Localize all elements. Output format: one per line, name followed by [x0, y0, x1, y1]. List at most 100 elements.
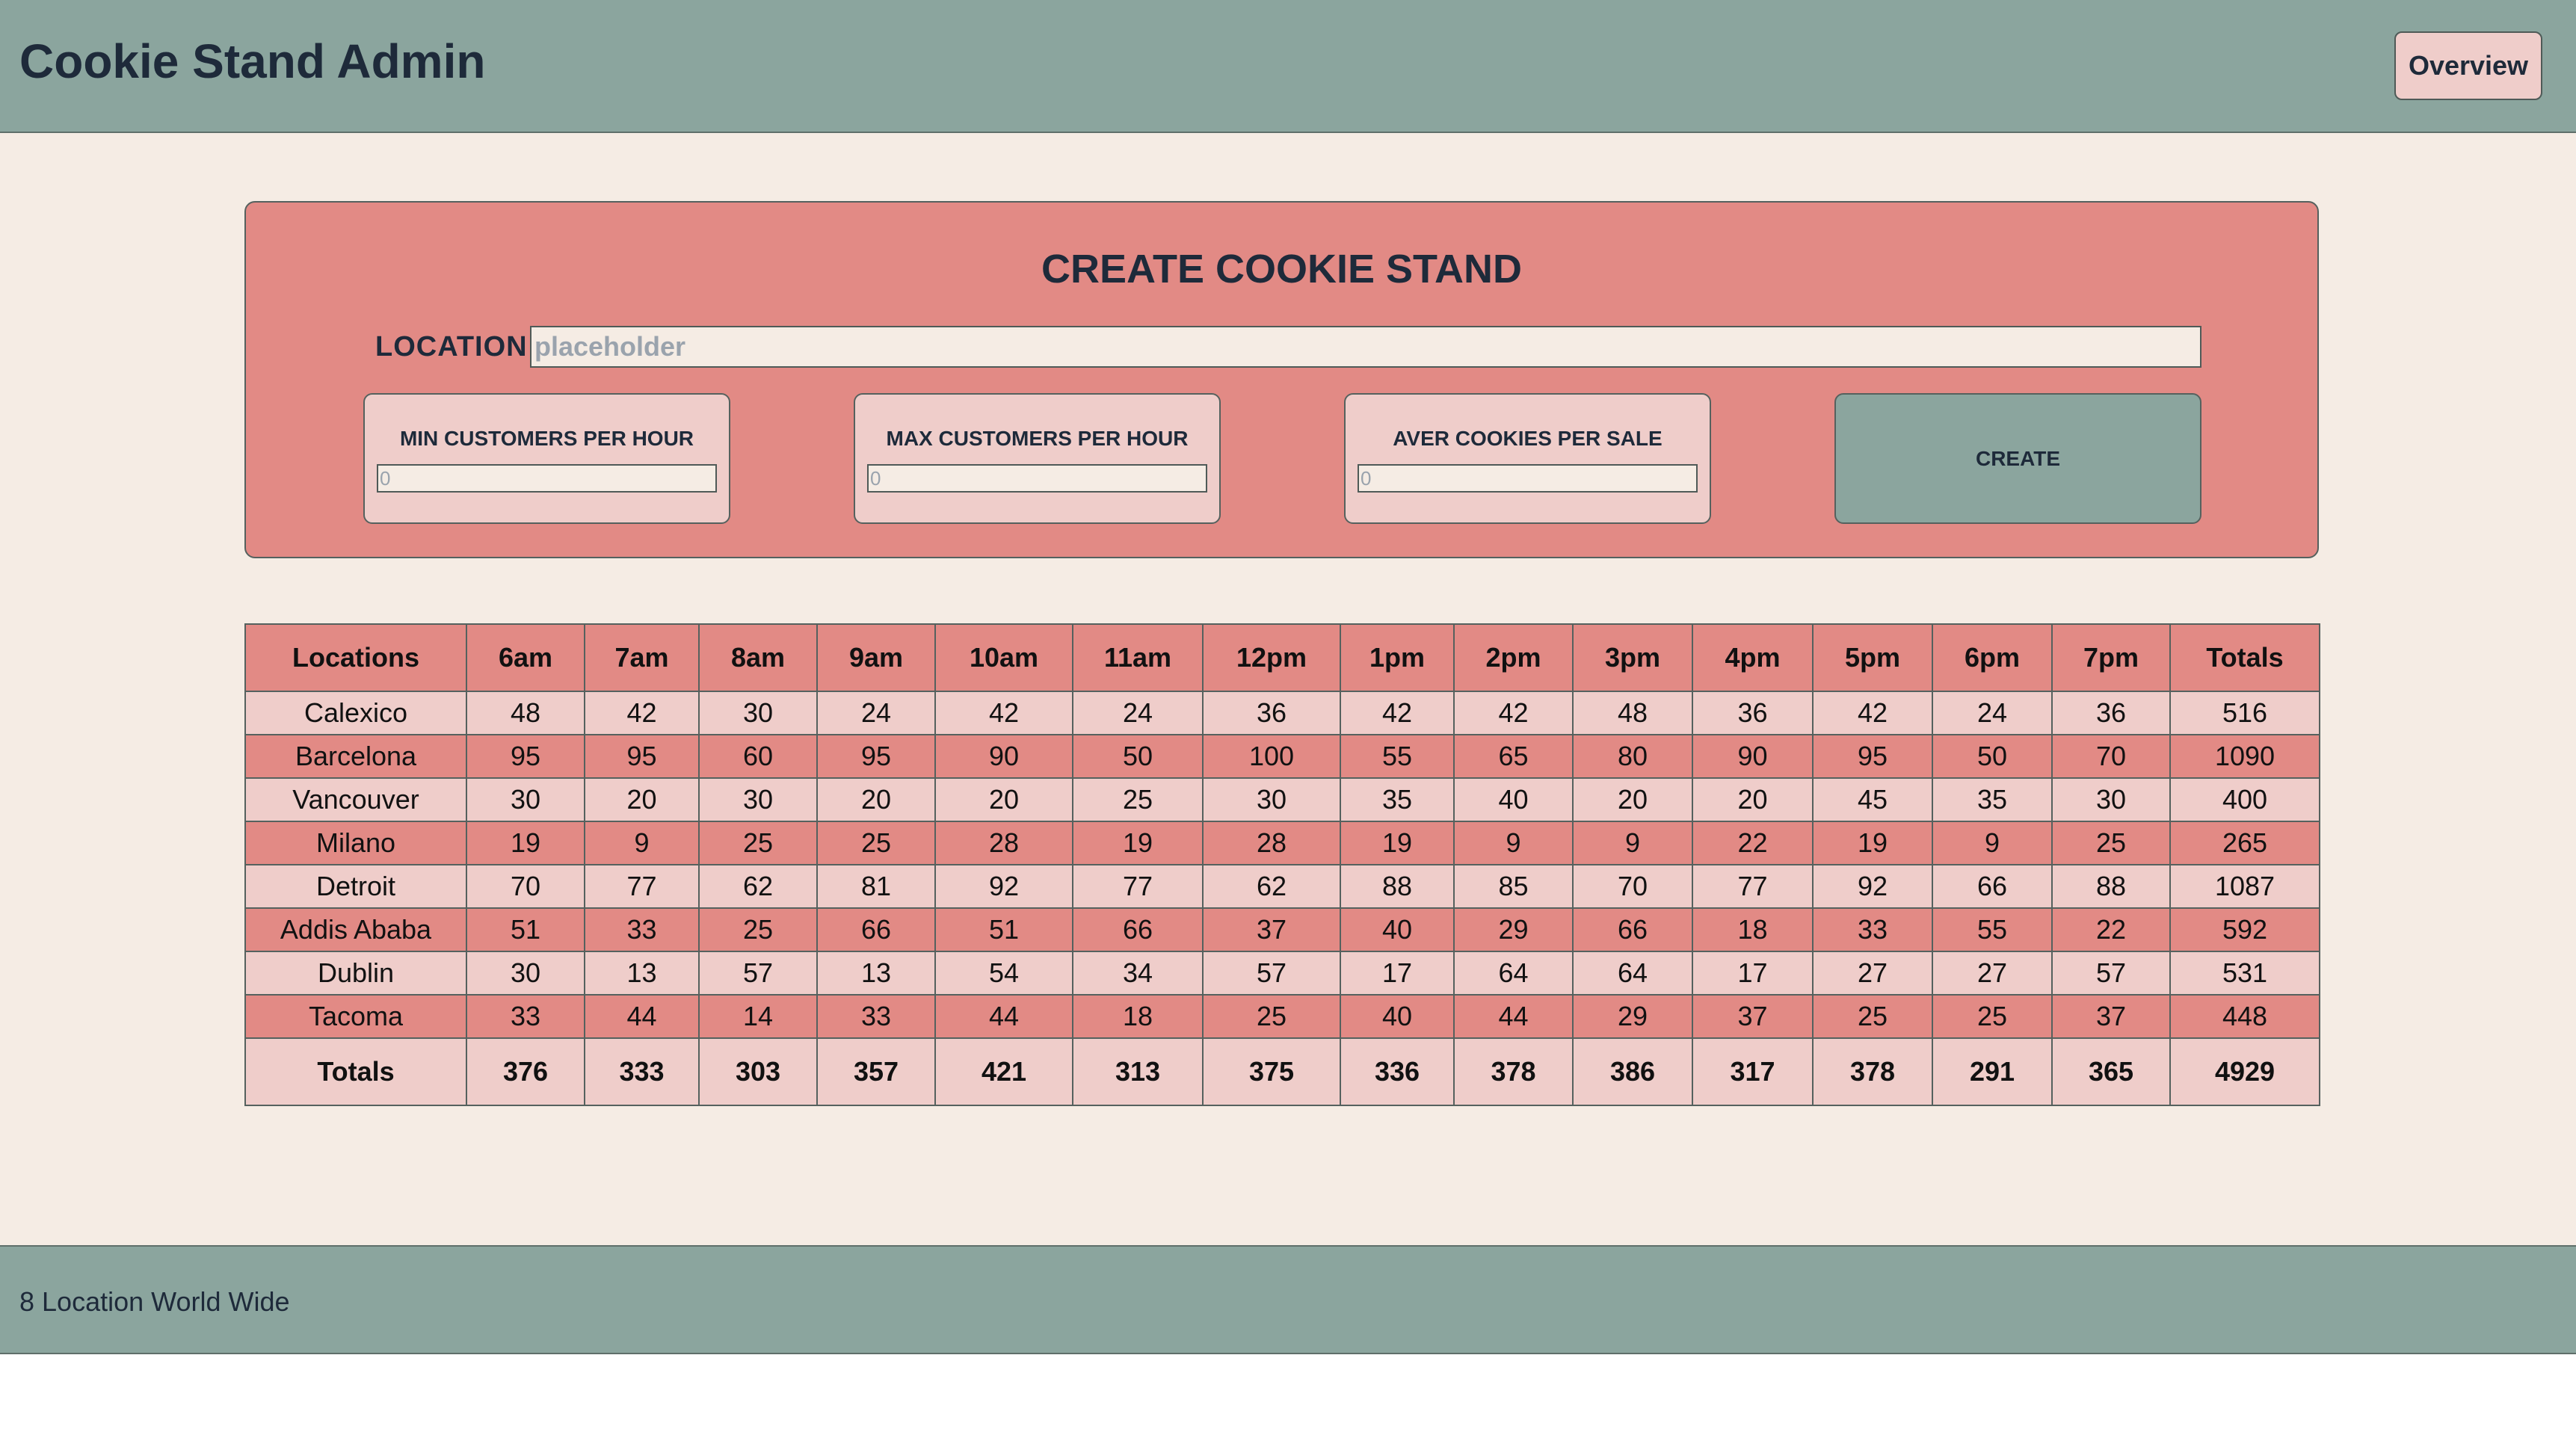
sales-cell: 25	[1202, 994, 1341, 1039]
sales-cell: 37	[1692, 994, 1814, 1039]
sales-cell: 35	[1340, 777, 1455, 822]
sales-cell: 95	[1812, 734, 1933, 779]
row-total-cell: 400	[2169, 777, 2320, 822]
column-header: 12pm	[1202, 623, 1341, 692]
sales-cell: 36	[1202, 691, 1341, 735]
min-customers-field: MIN CUSTOMERS PER HOUR	[363, 393, 730, 524]
sales-cell: 35	[1932, 777, 2053, 822]
sales-cell: 66	[1932, 864, 2053, 909]
sales-cell: 29	[1453, 907, 1574, 952]
max-customers-label: MAX CUSTOMERS PER HOUR	[886, 427, 1189, 450]
sales-cell: 90	[934, 734, 1073, 779]
sales-cell: 25	[816, 821, 936, 865]
sales-cell: 36	[1692, 691, 1814, 735]
sales-cell: 19	[1340, 821, 1455, 865]
sales-cell: 95	[466, 734, 585, 779]
sales-cell: 95	[816, 734, 936, 779]
sales-cell: 22	[1692, 821, 1814, 865]
sales-cell: 48	[1572, 691, 1693, 735]
sales-cell: 9	[584, 821, 700, 865]
overview-button[interactable]: Overview	[2394, 31, 2542, 100]
table-body: Calexico 48 42 30 24 42 24 36 42 42 48 36 42 24 36 516 B…	[244, 691, 2320, 1039]
sales-cell: 33	[466, 994, 585, 1039]
create-button[interactable]: CREATE	[1834, 393, 2201, 524]
sales-cell: 85	[1453, 864, 1574, 909]
total-cell: 365	[2051, 1037, 2171, 1106]
sales-cell: 40	[1340, 994, 1455, 1039]
sales-cell: 20	[934, 777, 1073, 822]
sales-cell: 48	[466, 691, 585, 735]
min-customers-input[interactable]	[377, 464, 717, 493]
row-total-cell: 1087	[2169, 864, 2320, 909]
avg-cookies-field: AVER COOKIES PER SALE	[1344, 393, 1711, 524]
sales-cell: 33	[1812, 907, 1933, 952]
total-cell: 313	[1072, 1037, 1204, 1106]
sales-cell: 42	[1340, 691, 1455, 735]
total-cell: 291	[1932, 1037, 2053, 1106]
form-title: CREATE COOKIE STAND	[1041, 247, 1523, 291]
column-header: 9am	[816, 623, 936, 692]
table-footer: Totals 376 333 303 357 421 313 375 336 378 386 317 3…	[244, 1037, 2320, 1106]
footer-text: 8 Location World Wide	[19, 1286, 290, 1317]
sales-cell: 60	[698, 734, 818, 779]
row-total-cell: 265	[2169, 821, 2320, 865]
sales-cell: 20	[1692, 777, 1814, 822]
sales-cell: 44	[934, 994, 1073, 1039]
total-cell: 333	[584, 1037, 700, 1106]
sales-cell: 77	[1692, 864, 1814, 909]
column-header-locations: Locations	[244, 623, 467, 692]
column-header: 10am	[934, 623, 1073, 692]
sales-cell: 20	[584, 777, 700, 822]
row-total-cell: 531	[2169, 951, 2320, 996]
sales-cell: 18	[1072, 994, 1204, 1039]
location-label: LOCATION	[375, 331, 528, 362]
sales-cell: 27	[1812, 951, 1933, 996]
max-customers-input[interactable]	[867, 464, 1207, 493]
sales-cell: 66	[816, 907, 936, 952]
sales-cell: 30	[2051, 777, 2171, 822]
location-cell: Barcelona	[244, 734, 467, 779]
sales-cell: 92	[934, 864, 1073, 909]
total-cell: 357	[816, 1037, 936, 1106]
row-total-cell: 592	[2169, 907, 2320, 952]
sales-cell: 66	[1072, 907, 1204, 952]
sales-cell: 22	[2051, 907, 2171, 952]
table-row: Tacoma 33 44 14 33 44 18 25 40 44 29 37 25 25 37 448	[244, 994, 2320, 1039]
sales-cell: 77	[1072, 864, 1204, 909]
sales-cell: 30	[466, 951, 585, 996]
sales-cell: 70	[1572, 864, 1693, 909]
column-header: 5pm	[1812, 623, 1933, 692]
sales-cell: 18	[1692, 907, 1814, 952]
sales-cell: 77	[584, 864, 700, 909]
sales-cell: 95	[584, 734, 700, 779]
sales-cell: 65	[1453, 734, 1574, 779]
sales-cell: 33	[816, 994, 936, 1039]
total-cell: 303	[698, 1037, 818, 1106]
sales-cell: 62	[1202, 864, 1341, 909]
sales-cell: 90	[1692, 734, 1814, 779]
location-cell: Milano	[244, 821, 467, 865]
sales-cell: 81	[816, 864, 936, 909]
avg-cookies-input[interactable]	[1358, 464, 1698, 493]
location-cell: Vancouver	[244, 777, 467, 822]
app-header: Cookie Stand Admin Overview	[0, 0, 2576, 133]
sales-cell: 36	[2051, 691, 2171, 735]
location-input[interactable]	[530, 326, 2201, 368]
sales-cell: 19	[466, 821, 585, 865]
sales-cell: 13	[816, 951, 936, 996]
row-total-cell: 448	[2169, 994, 2320, 1039]
sales-cell: 70	[2051, 734, 2171, 779]
sales-cell: 42	[584, 691, 700, 735]
sales-cell: 37	[2051, 994, 2171, 1039]
sales-cell: 34	[1072, 951, 1204, 996]
sales-cell: 30	[1202, 777, 1341, 822]
sales-cell: 70	[466, 864, 585, 909]
sales-cell: 17	[1692, 951, 1814, 996]
sales-cell: 9	[1932, 821, 2053, 865]
sales-cell: 57	[2051, 951, 2171, 996]
sales-cell: 19	[1072, 821, 1204, 865]
column-header: 1pm	[1340, 623, 1455, 692]
sales-cell: 50	[1072, 734, 1204, 779]
column-header: 4pm	[1692, 623, 1814, 692]
table-row: Calexico 48 42 30 24 42 24 36 42 42 48 36 42 24 36 516	[244, 691, 2320, 735]
